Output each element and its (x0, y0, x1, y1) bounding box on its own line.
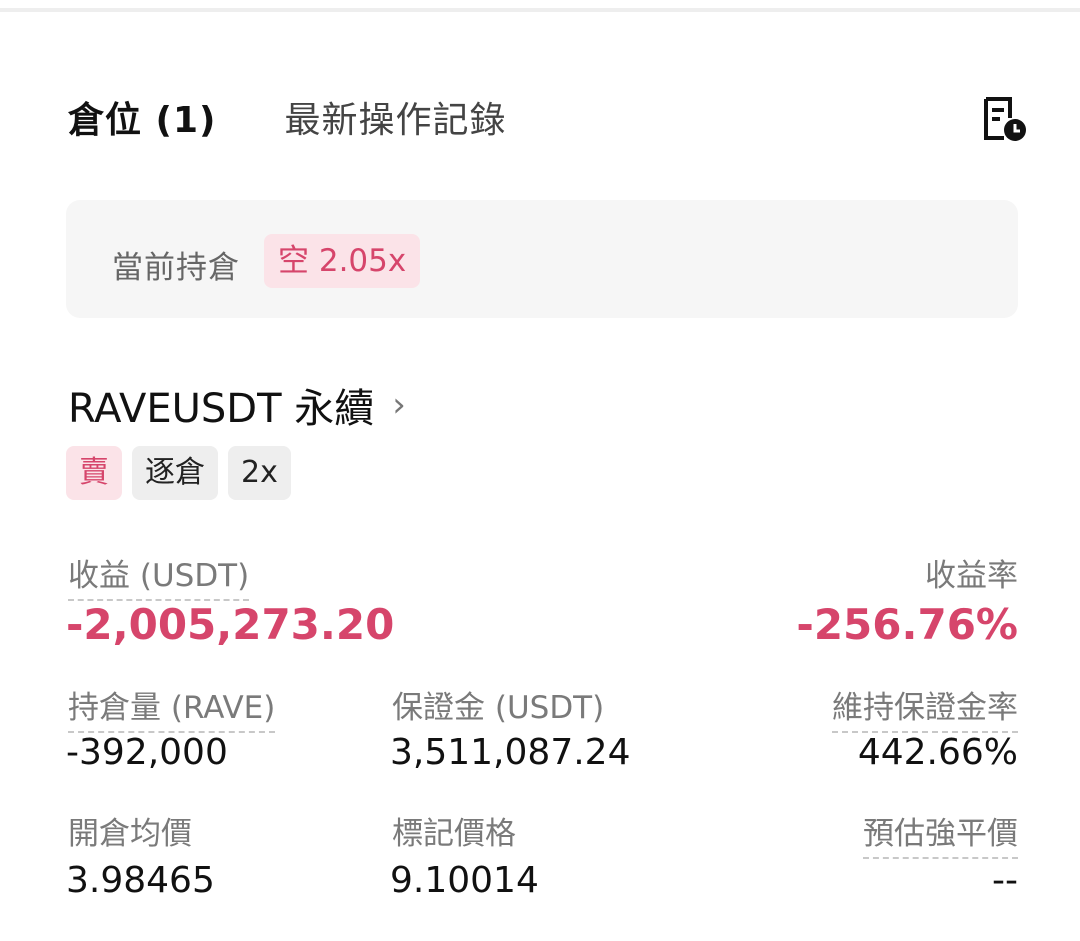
margin-value: 3,511,087.24 (390, 732, 631, 773)
pnl-label[interactable]: 收益 (USDT) (68, 550, 250, 601)
leverage-tag: 2x (228, 446, 291, 500)
liquidation-price-value: -- (992, 860, 1018, 901)
symbol-link[interactable]: RAVEUSDT 永續 › (68, 380, 406, 432)
entry-price-label: 開倉均價 (68, 816, 192, 852)
pnl-value: -2,005,273.20 (66, 600, 395, 649)
short-leverage-chip[interactable]: 空 2.05x (264, 234, 421, 288)
position-tags: 賣 逐倉 2x (66, 446, 301, 500)
entry-price-value: 3.98465 (66, 860, 215, 901)
top-divider (0, 8, 1080, 12)
current-position-label: 當前持倉 (112, 250, 240, 286)
tab-latest-history[interactable]: 最新操作記錄 (285, 91, 507, 143)
document-clock-icon (984, 97, 1026, 141)
maintenance-margin-rate-label[interactable]: 維持保證金率 (832, 682, 1018, 733)
mark-price-value: 9.10014 (390, 860, 539, 901)
symbol-title: RAVEUSDT 永續 (68, 386, 375, 432)
side-tag: 賣 (66, 446, 122, 500)
mark-price-label: 標記價格 (392, 816, 516, 852)
position-tabs: 倉位 (1) 最新操作記錄 (68, 92, 507, 142)
current-position-card: 當前持倉 空 2.05x (66, 200, 1018, 318)
size-label[interactable]: 持倉量 (RAVE) (68, 682, 276, 733)
maintenance-margin-rate-value: 442.66% (857, 732, 1018, 773)
size-value: -392,000 (66, 732, 228, 773)
roi-label: 收益率 (925, 558, 1018, 594)
history-button[interactable] (980, 96, 1028, 142)
margin-mode-tag: 逐倉 (132, 446, 218, 500)
roi-value: -256.76% (796, 600, 1018, 649)
chevron-right-icon: › (392, 385, 406, 425)
liquidation-price-label[interactable]: 預估強平價 (863, 808, 1018, 859)
margin-label: 保證金 (USDT) (392, 690, 605, 726)
tab-positions[interactable]: 倉位 (1) (68, 91, 217, 143)
